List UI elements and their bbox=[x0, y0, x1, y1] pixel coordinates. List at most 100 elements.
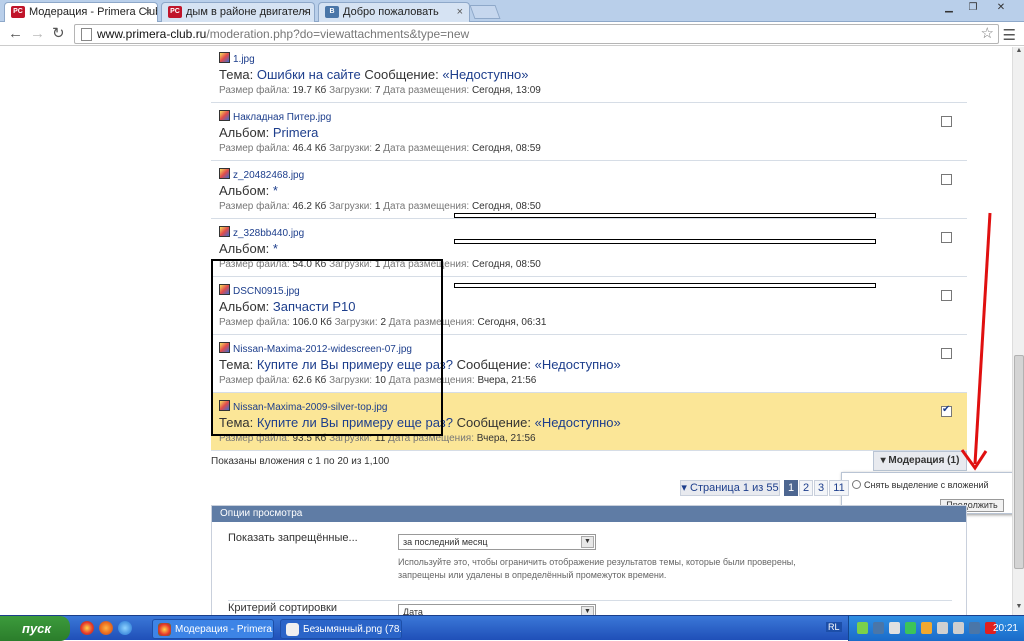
tab-title: дым в районе двигателя - bbox=[186, 6, 315, 18]
page-icon bbox=[81, 28, 92, 41]
close-tab-icon[interactable]: × bbox=[302, 3, 308, 21]
file-name[interactable]: 1.jpg bbox=[233, 54, 255, 65]
skype-icon[interactable] bbox=[905, 622, 916, 634]
device-icon[interactable] bbox=[889, 622, 900, 634]
view-options-panel: Опции просмотра Показать запрещённые... … bbox=[211, 505, 967, 615]
back-icon[interactable]: ← bbox=[8, 25, 23, 43]
volume-icon[interactable] bbox=[953, 622, 964, 634]
context-label: Альбом: bbox=[219, 125, 270, 140]
update-icon[interactable] bbox=[921, 622, 932, 634]
ie-icon[interactable] bbox=[118, 621, 132, 635]
message-label: Сообщение: bbox=[364, 67, 439, 82]
task-paint[interactable]: Безымянный.png (78... bbox=[280, 619, 402, 639]
page-jump-dropdown[interactable]: ▾ Страница 1 из 55 bbox=[680, 480, 780, 496]
context-label: Альбом: bbox=[219, 241, 270, 256]
windows-taskbar: пуск Модерация - Primera... Безымянный.p… bbox=[0, 615, 1024, 641]
vk-tray-icon[interactable] bbox=[969, 622, 980, 634]
scroll-down-icon[interactable]: ▼ bbox=[1013, 603, 1024, 615]
chrome-icon bbox=[158, 623, 171, 636]
task-label: Безымянный.png (78... bbox=[303, 624, 402, 635]
language-indicator[interactable]: RL bbox=[826, 622, 842, 632]
task-moderation[interactable]: Модерация - Primera... bbox=[152, 619, 274, 639]
system-tray: 20:21 bbox=[848, 616, 1024, 641]
attachment-file[interactable]: z_20482468.jpg bbox=[219, 168, 304, 181]
download-count: 7 bbox=[374, 85, 381, 96]
moderation-button[interactable]: ▾ Модерация (1) bbox=[873, 451, 967, 471]
tab-smoke[interactable]: PC дым в районе двигателя - × bbox=[161, 2, 315, 22]
results-summary: Показаны вложения с 1 по 20 из 1,100 bbox=[211, 456, 390, 467]
context-link[interactable]: Primera bbox=[273, 125, 319, 140]
view-options-title: Опции просмотра bbox=[212, 506, 966, 522]
deselect-option[interactable]: Снять выделение с вложений bbox=[852, 480, 989, 490]
context-link[interactable]: Ошибки на сайте bbox=[257, 67, 361, 82]
new-tab-button[interactable] bbox=[469, 5, 501, 19]
downloads-label: Загрузки: bbox=[329, 143, 373, 154]
page-link[interactable]: 2 bbox=[799, 480, 813, 496]
page-count-label: Страница 1 из 55 bbox=[690, 482, 779, 494]
date-label: Дата размещения: bbox=[383, 201, 470, 212]
forward-icon[interactable]: → bbox=[30, 25, 45, 43]
image-file-icon bbox=[219, 110, 230, 121]
page-link[interactable]: 11 bbox=[829, 480, 849, 496]
tab-moderation[interactable]: PC Модерация - Primera Club × bbox=[4, 2, 158, 23]
file-name[interactable]: z_328bb440.jpg bbox=[233, 228, 304, 239]
close-tab-icon[interactable]: × bbox=[145, 3, 151, 21]
upload-date: Сегодня, 13:09 bbox=[471, 85, 541, 96]
redaction-bar bbox=[454, 213, 876, 218]
file-name[interactable]: Накладная Питер.jpg bbox=[233, 112, 331, 123]
radio-icon[interactable] bbox=[852, 480, 861, 489]
select-checkbox[interactable] bbox=[941, 174, 952, 185]
maximize-icon[interactable]: ❐ bbox=[962, 1, 984, 15]
select-checkbox[interactable] bbox=[941, 404, 952, 417]
annotation-box bbox=[211, 259, 443, 436]
vk-tray-icon[interactable] bbox=[873, 622, 884, 634]
attachment-file[interactable]: 1.jpg bbox=[219, 52, 255, 65]
scroll-up-icon[interactable]: ▲ bbox=[1013, 47, 1024, 59]
start-button[interactable]: пуск bbox=[0, 616, 70, 641]
network-icon[interactable] bbox=[937, 622, 948, 634]
bookmark-star-icon[interactable]: ☆ bbox=[981, 25, 994, 43]
context-link[interactable]: * bbox=[273, 183, 278, 198]
context-label: Тема: bbox=[219, 67, 254, 82]
file-size: 46.4 Кб bbox=[292, 143, 327, 154]
scrollbar-thumb[interactable] bbox=[1014, 355, 1024, 569]
attachment-file[interactable]: Накладная Питер.jpg bbox=[219, 110, 331, 123]
sort-select[interactable]: Дата ▼ bbox=[398, 604, 596, 615]
file-name[interactable]: z_20482468.jpg bbox=[233, 170, 304, 181]
select-checkbox[interactable] bbox=[941, 290, 952, 301]
chrome-icon[interactable] bbox=[80, 621, 94, 635]
page-link[interactable]: 1 bbox=[784, 480, 798, 496]
file-size: 19.7 Кб bbox=[292, 85, 327, 96]
select-checkbox[interactable] bbox=[941, 348, 952, 359]
message-link[interactable]: «Недоступно» bbox=[535, 415, 621, 430]
task-label: Модерация - Primera... bbox=[175, 624, 274, 635]
show-banned-select[interactable]: за последний месяц ▼ bbox=[398, 534, 596, 550]
image-file-icon bbox=[219, 168, 230, 179]
downloads-label: Загрузки: bbox=[329, 85, 373, 96]
page-link[interactable]: 3 bbox=[814, 480, 828, 496]
select-checkbox[interactable] bbox=[941, 232, 952, 243]
select-checkbox[interactable] bbox=[941, 116, 952, 127]
attachment-meta: Размер файла: 19.7 Кб Загрузки: 7 Дата р… bbox=[219, 85, 541, 96]
signal-icon[interactable] bbox=[857, 622, 868, 634]
close-window-icon[interactable]: ✕ bbox=[990, 1, 1012, 15]
tab-welcome[interactable]: В Добро пожаловать × bbox=[318, 2, 470, 22]
address-bar[interactable]: www.primera-club.ru/moderation.php?do=vi… bbox=[74, 24, 999, 44]
vertical-scrollbar[interactable]: ▲ ▼ bbox=[1012, 47, 1024, 615]
message-link[interactable]: «Недоступно» bbox=[535, 357, 621, 372]
firefox-icon[interactable] bbox=[99, 621, 113, 635]
paint-icon bbox=[286, 623, 299, 636]
reload-icon[interactable]: ↻ bbox=[52, 25, 65, 43]
redaction-bar bbox=[454, 239, 876, 244]
close-tab-icon[interactable]: × bbox=[457, 3, 463, 21]
attachment-meta: Размер файла: 46.4 Кб Загрузки: 2 Дата р… bbox=[219, 143, 541, 154]
context-link[interactable]: * bbox=[273, 241, 278, 256]
url-path: /moderation.php?do=viewattachments&type=… bbox=[206, 27, 470, 41]
minimize-icon[interactable]: ▁ bbox=[938, 1, 960, 15]
attachment-file[interactable]: z_328bb440.jpg bbox=[219, 226, 304, 239]
menu-icon[interactable]: ☰ bbox=[1003, 26, 1016, 44]
upload-date: Сегодня, 08:50 bbox=[471, 259, 541, 270]
clock: 20:21 bbox=[992, 623, 1018, 634]
message-link[interactable]: «Недоступно» bbox=[442, 67, 528, 82]
upload-date: Вчера, 21:56 bbox=[476, 433, 536, 444]
